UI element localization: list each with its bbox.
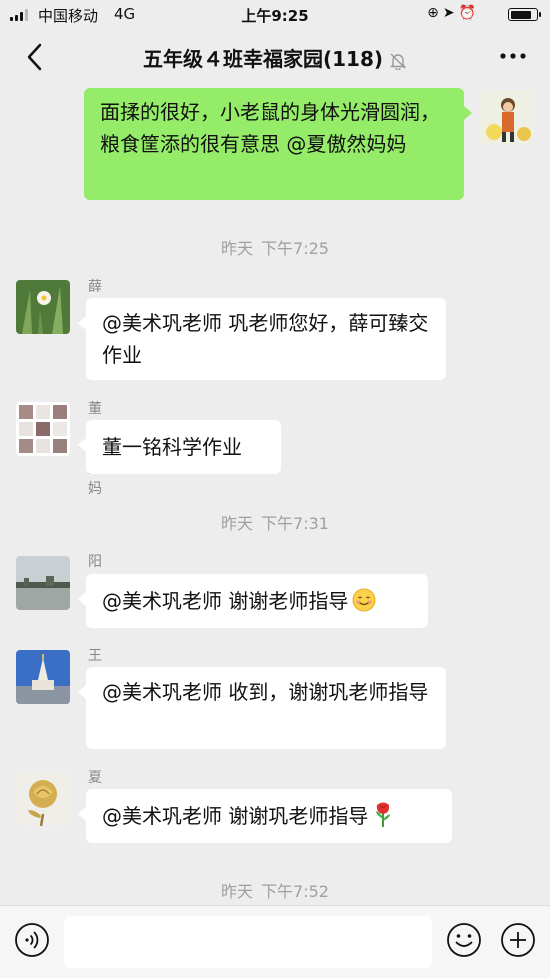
message-input[interactable] [64, 916, 432, 968]
location-icon: ➤ [442, 5, 459, 21]
battery-icon [508, 8, 541, 21]
voice-icon[interactable] [14, 922, 50, 958]
rose-icon [376, 802, 391, 827]
message-bubble[interactable]: @美术巩老师 收到，谢谢巩老师指导 [78, 667, 446, 749]
avatar[interactable] [16, 402, 70, 456]
more-icon[interactable] [498, 44, 528, 68]
message-bubble[interactable]: @美术巩老师 巩老师您好，薛可臻交作业 [78, 298, 446, 380]
avatar[interactable] [16, 556, 70, 610]
message-bubble[interactable]: @美术巩老师 谢谢老师指导 [78, 574, 428, 628]
message-bubble[interactable]: 面揉的很好，小老鼠的身体光滑圆润，粮食筐添的很有意思 @夏傲然妈妈 [84, 88, 472, 200]
message-bubble[interactable]: 董一铭科学作业 [78, 420, 281, 474]
chat-title-text: 五年级４班幸福家园(118) [142, 47, 384, 71]
message-bubble[interactable]: @美术巩老师 谢谢巩老师指导 [78, 789, 452, 843]
status-icons: ⊕➤⏰ [427, 5, 480, 21]
avatar[interactable] [16, 772, 70, 826]
input-bar [0, 905, 550, 978]
smiling-face-icon [352, 588, 376, 612]
avatar[interactable] [16, 280, 70, 334]
time-divider: 昨天 下午7:31 [221, 514, 329, 533]
message-text: @美术巩老师 谢谢巩老师指导 [102, 804, 369, 828]
time-divider: 昨天 下午7:25 [221, 239, 329, 258]
mute-icon [389, 53, 407, 70]
plus-icon[interactable] [500, 922, 536, 958]
lock-rotation-icon: ⊕ [427, 5, 443, 21]
avatar[interactable] [480, 90, 534, 144]
time-divider: 昨天 下午7:52 [221, 882, 329, 901]
emoji-icon[interactable] [446, 922, 482, 958]
alarm-icon: ⏰ [458, 5, 480, 21]
status-bar: 中国移动 4G 上午9:25 ⊕➤⏰ [0, 0, 550, 30]
avatar[interactable] [16, 650, 70, 704]
chat-title[interactable]: 五年级４班幸福家园(118) [0, 43, 550, 72]
nav-bar: 五年级４班幸福家园(118) [0, 30, 550, 84]
message-text: @美术巩老师 谢谢老师指导 [102, 589, 349, 613]
